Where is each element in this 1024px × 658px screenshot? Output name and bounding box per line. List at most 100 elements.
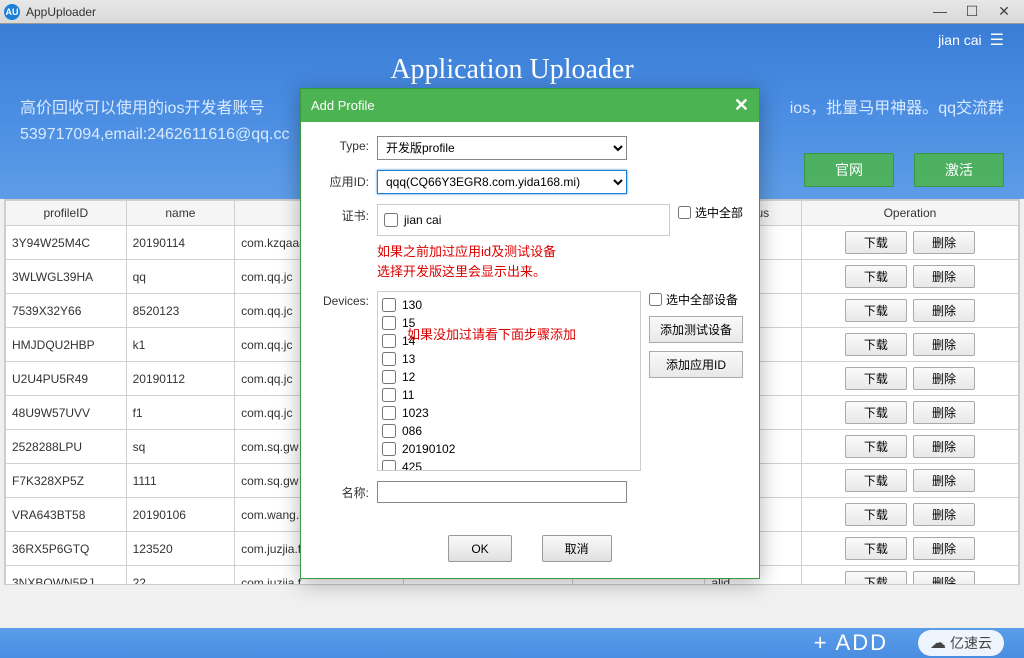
select-all-cert-checkbox[interactable] [678,206,691,219]
device-checkbox[interactable] [382,316,396,330]
device-checkbox[interactable] [382,334,396,348]
col-name: name [126,201,235,226]
activate-button[interactable]: 激活 [914,153,1004,187]
download-button[interactable]: 下载 [845,299,907,322]
select-all-devices-checkbox[interactable] [649,293,662,306]
device-item[interactable]: 1023 [382,404,636,422]
cell-name: f1 [126,396,235,430]
delete-button[interactable]: 删除 [913,401,975,424]
cancel-button[interactable]: 取消 [542,535,612,562]
delete-button[interactable]: 删除 [913,333,975,356]
device-item[interactable]: 12 [382,368,636,386]
devices-list[interactable]: 1301514131211102308620190102425 [377,291,641,471]
download-button[interactable]: 下载 [845,333,907,356]
cert-label: 证书: [317,204,377,224]
device-item[interactable]: 11 [382,386,636,404]
banner-line1: 高价回收可以使用的ios开发者账号 [20,100,264,117]
delete-button[interactable]: 删除 [913,265,975,288]
add-test-device-button[interactable]: 添加测试设备 [649,316,743,343]
delete-button[interactable]: 删除 [913,571,975,585]
device-checkbox[interactable] [382,460,396,471]
col-operation: Operation [801,201,1018,226]
device-item[interactable]: 20190102 [382,440,636,458]
official-site-button[interactable]: 官网 [804,153,894,187]
device-item[interactable]: 13 [382,350,636,368]
watermark-badge: ☁ 亿速云 [918,630,1004,656]
cell-name: sq [126,430,235,464]
device-checkbox[interactable] [382,424,396,438]
download-button[interactable]: 下载 [845,537,907,560]
username-label: jian cai [938,32,982,48]
device-label: 20190102 [402,442,455,456]
download-button[interactable]: 下载 [845,571,907,585]
device-checkbox[interactable] [382,406,396,420]
watermark-text: 亿速云 [950,633,992,653]
cell-pid: 48U9W57UVV [6,396,127,430]
cell-name: 123520 [126,532,235,566]
cell-pid: 3Y94W25M4C [6,226,127,260]
delete-button[interactable]: 删除 [913,503,975,526]
device-label: 13 [402,352,415,366]
download-button[interactable]: 下载 [845,503,907,526]
device-checkbox[interactable] [382,442,396,456]
select-all-devices-label: 选中全部设备 [666,291,738,308]
cell-pid: VRA643BT58 [6,498,127,532]
delete-button[interactable]: 删除 [913,435,975,458]
type-select[interactable]: 开发版profile [377,136,627,160]
device-item[interactable]: 130 [382,296,636,314]
devices-note: 如果没加过请看下面步骤添加 [407,325,576,345]
device-checkbox[interactable] [382,370,396,384]
select-all-cert[interactable]: 选中全部 [678,204,743,221]
appid-select[interactable]: qqq(CQ66Y3EGR8.com.yida168.mi) [377,170,627,194]
devices-label: Devices: [317,291,377,308]
add-profile-dialog: Add Profile ✕ Type: 开发版profile 应用ID: qqq… [300,88,760,579]
device-item[interactable]: 425 [382,458,636,471]
delete-button[interactable]: 删除 [913,231,975,254]
close-icon[interactable]: ✕ [994,3,1014,20]
download-button[interactable]: 下载 [845,401,907,424]
cell-pid: F7K328XP5Z [6,464,127,498]
device-label: 425 [402,460,422,471]
cloud-icon: ☁ [930,633,946,653]
device-item[interactable]: 086 [382,422,636,440]
add-button[interactable]: + ADD [814,630,888,656]
cert-item[interactable]: jian cai [384,211,663,229]
device-checkbox[interactable] [382,352,396,366]
cell-name: 8520123 [126,294,235,328]
type-label: Type: [317,136,377,153]
add-appid-button[interactable]: 添加应用ID [649,351,743,378]
device-checkbox[interactable] [382,298,396,312]
cert-note-1: 如果之前加过应用id及测试设备 [377,242,670,262]
download-button[interactable]: 下载 [845,469,907,492]
dialog-title: Add Profile [311,98,375,113]
page-title: Application Uploader [20,54,1004,86]
cell-name: 20190114 [126,226,235,260]
select-all-devices[interactable]: 选中全部设备 [649,291,743,308]
ok-button[interactable]: OK [448,535,511,562]
cell-name: 20190112 [126,362,235,396]
device-checkbox[interactable] [382,388,396,402]
device-label: 11 [402,388,414,402]
cert-note-2: 选择开发版这里会显示出来。 [377,262,670,282]
cert-checkbox[interactable] [384,213,398,227]
download-button[interactable]: 下载 [845,265,907,288]
app-icon: AU [4,4,20,20]
cell-pid: U2U4PU5R49 [6,362,127,396]
cell-name: 20190106 [126,498,235,532]
delete-button[interactable]: 删除 [913,537,975,560]
download-button[interactable]: 下载 [845,231,907,254]
cell-name: 22 [126,566,235,586]
select-all-cert-label: 选中全部 [695,204,743,221]
dialog-close-icon[interactable]: ✕ [734,95,749,116]
cell-pid: 36RX5P6GTQ [6,532,127,566]
minimize-icon[interactable]: — [930,3,950,20]
name-input[interactable] [377,481,627,503]
delete-button[interactable]: 删除 [913,469,975,492]
download-button[interactable]: 下载 [845,367,907,390]
menu-icon[interactable]: ☰ [990,30,1004,50]
delete-button[interactable]: 删除 [913,367,975,390]
download-button[interactable]: 下载 [845,435,907,458]
cell-pid: 3NXBQWN5RJ [6,566,127,586]
maximize-icon[interactable]: ☐ [962,3,982,20]
delete-button[interactable]: 删除 [913,299,975,322]
